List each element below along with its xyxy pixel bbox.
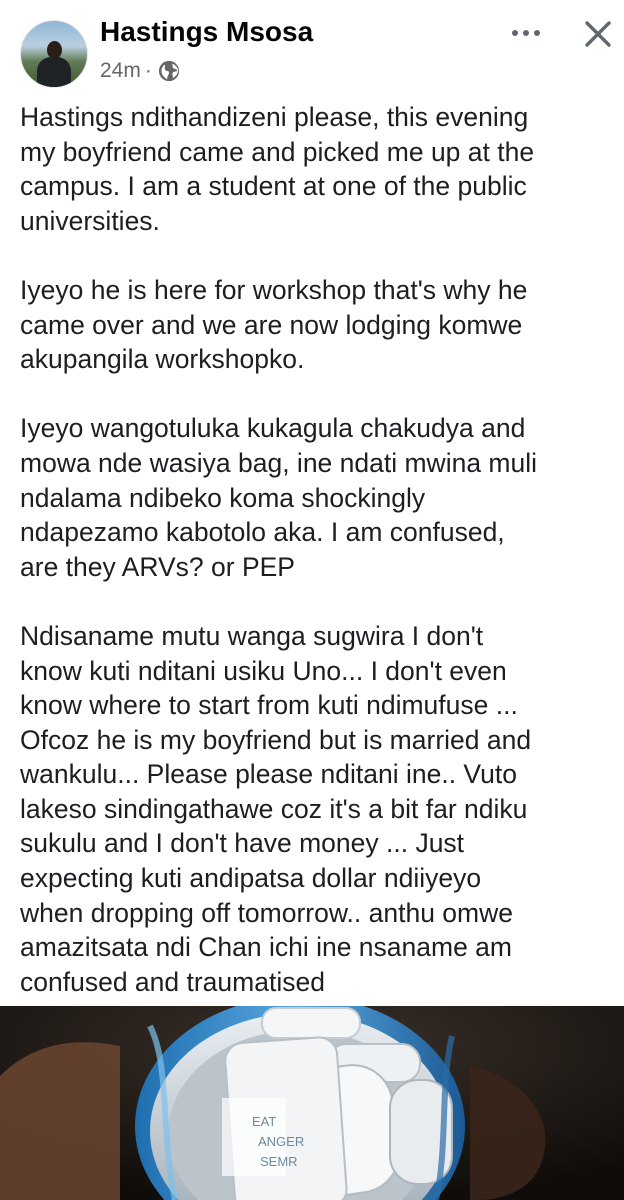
- post-meta: 24m ·: [100, 58, 180, 84]
- more-icon-dot: [534, 30, 540, 36]
- post-time[interactable]: 24m: [100, 59, 141, 83]
- post-body-text: Hastings ndithandizeni please, this even…: [20, 100, 612, 999]
- post-paragraph: Iyeyo wangotuluka kukagula chakudya and …: [20, 413, 538, 582]
- facebook-post: Hastings Msosa 24m · Hastings ndithandiz…: [0, 0, 624, 1200]
- more-icon[interactable]: [504, 18, 548, 48]
- close-icon[interactable]: [578, 14, 618, 54]
- meta-separator: ·: [144, 59, 152, 82]
- author-name[interactable]: Hastings Msosa: [100, 16, 313, 48]
- globe-icon: [158, 60, 179, 82]
- photo-label-text: ANGER: [258, 1134, 304, 1149]
- post-photo[interactable]: EAT ANGER SEMR: [0, 1006, 624, 1200]
- more-icon-dot: [523, 30, 529, 36]
- post-paragraph: Iyeyo he is here for workshop that's why…: [20, 274, 528, 375]
- more-icon-dot: [512, 30, 518, 36]
- photo-label-text: SEMR: [260, 1154, 298, 1169]
- photo-label-text: EAT: [252, 1114, 276, 1129]
- avatar[interactable]: [20, 20, 88, 88]
- post-header: Hastings Msosa 24m ·: [0, 0, 624, 100]
- pill-bottle-photo: EAT ANGER SEMR: [0, 1006, 624, 1200]
- post-paragraph: Hastings ndithandizeni please, this even…: [20, 102, 535, 236]
- avatar-person-body: [37, 57, 71, 87]
- post-paragraph: Ndisaname mutu wanga sugwira I don't kno…: [20, 620, 532, 997]
